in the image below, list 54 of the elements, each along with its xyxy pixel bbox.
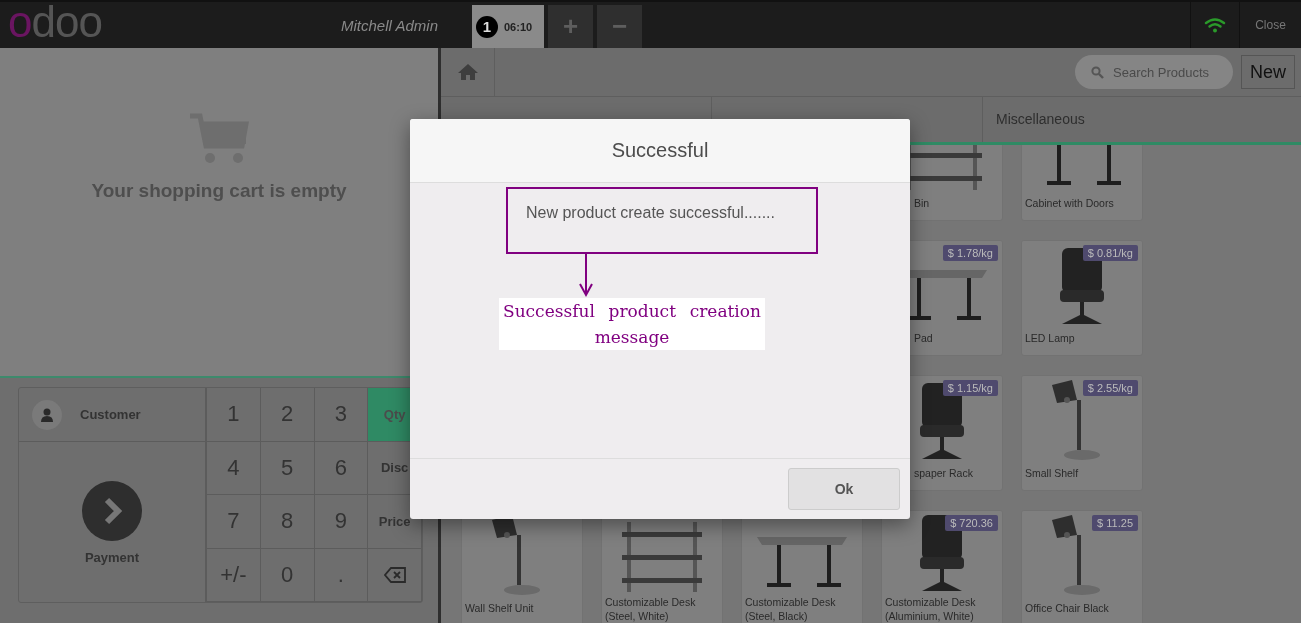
number-key[interactable]: 8 xyxy=(260,495,315,549)
user-name: Mitchell Admin xyxy=(340,15,438,36)
search-field[interactable]: Search Products xyxy=(1075,55,1233,89)
number-key[interactable]: . xyxy=(314,548,369,602)
order-time: 06:10 xyxy=(504,20,533,33)
ok-button[interactable]: Ok xyxy=(788,468,900,510)
product-name: Customizable Desk (Steel, Black) xyxy=(744,595,837,623)
payment-button[interactable]: Payment xyxy=(19,442,205,602)
price-badge: $ 720.36 xyxy=(945,515,998,531)
dialog-title: Successful xyxy=(611,139,709,162)
product-card[interactable]: $ 11.25 Office Chair Black xyxy=(1021,510,1143,623)
product-name: Bin xyxy=(913,196,931,211)
number-key[interactable]: 9 xyxy=(314,495,369,549)
number-key[interactable]: 7 xyxy=(207,495,261,549)
number-key[interactable]: +/- xyxy=(207,548,261,602)
home-icon xyxy=(456,63,479,81)
price-badge: $ 11.25 xyxy=(1092,515,1138,531)
order-number-badge: 1 xyxy=(476,15,498,38)
product-card[interactable]: Cabinet with Doors xyxy=(1021,145,1143,221)
product-name: Pad xyxy=(913,331,934,346)
person-icon xyxy=(32,399,62,430)
product-name: Wall Shelf Unit xyxy=(464,601,535,616)
product-name: Small Shelf xyxy=(1024,466,1080,481)
add-order-button[interactable]: + xyxy=(548,5,593,48)
backspace-key[interactable] xyxy=(368,548,422,602)
dialog-message: New product create successful....... xyxy=(526,204,775,221)
order-tab[interactable]: 1 06:10 xyxy=(472,5,544,48)
product-card[interactable]: $ 0.81/kg LED Lamp xyxy=(1021,240,1143,356)
product-name: spaper Rack xyxy=(913,466,974,481)
product-name: Customizable Desk (Aluminium, White) xyxy=(884,595,977,623)
product-card[interactable]: $ 2.55/kg Small Shelf xyxy=(1021,375,1143,491)
price-badge: $ 1.78/kg xyxy=(942,245,998,261)
number-key[interactable]: 2 xyxy=(260,388,315,442)
backspace-icon xyxy=(383,566,406,583)
product-name: Cabinet with Doors xyxy=(1024,196,1115,211)
number-key[interactable]: 6 xyxy=(314,441,369,495)
number-key[interactable]: 1 xyxy=(207,388,261,442)
price-badge: $ 0.81/kg xyxy=(1082,245,1138,261)
number-key[interactable]: 5 xyxy=(260,441,315,495)
product-name: Customizable Desk (Steel, White) xyxy=(604,595,697,623)
remove-order-button[interactable]: − xyxy=(597,5,642,48)
product-card[interactable]: $ 720.36 Customizable Desk (Aluminium, White) xyxy=(881,510,1003,623)
number-key[interactable]: 4 xyxy=(207,441,261,495)
annotation-label: Successful product creation message xyxy=(499,298,765,350)
price-badge: $ 2.55/kg xyxy=(1082,380,1138,396)
logo: odoo xyxy=(7,2,103,48)
new-button[interactable]: New xyxy=(1241,55,1295,89)
customer-button[interactable]: Customer xyxy=(19,388,205,442)
chevron-right-icon xyxy=(81,479,143,542)
product-name: Office Chair Black xyxy=(1024,601,1110,616)
number-key[interactable]: 0 xyxy=(260,548,315,602)
search-icon xyxy=(1091,66,1104,79)
price-badge: $ 1.15/kg xyxy=(942,380,998,396)
product-name: LED Lamp xyxy=(1024,331,1076,346)
